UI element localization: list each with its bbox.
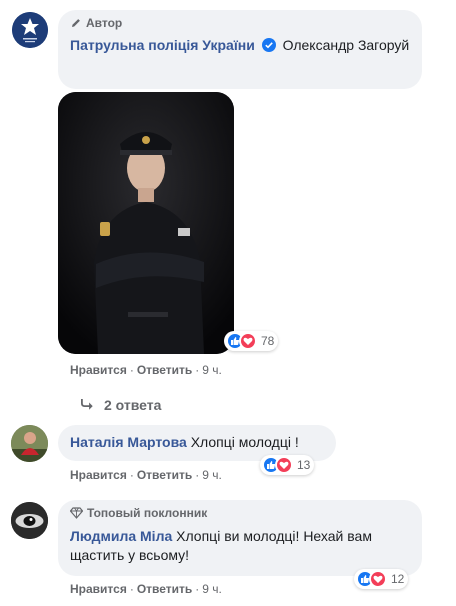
love-reaction-icon [239, 332, 257, 350]
love-reaction-icon [369, 570, 387, 588]
police-logo-icon [12, 12, 48, 48]
view-replies-link[interactable]: 2 ответа [80, 397, 161, 413]
like-link[interactable]: Нравится [70, 363, 127, 377]
comment-author-2[interactable]: Наталія Мартова [70, 434, 187, 450]
comment-text-2: Хлопці молодці ! [190, 434, 299, 450]
like-link[interactable]: Нравится [70, 468, 127, 482]
comment-actions-2: Нравится · Ответить · 9 ч. [70, 468, 222, 482]
comment-body-2: Наталія Мартова Хлопці молодці ! [70, 433, 324, 452]
reaction-count-3: 12 [391, 572, 405, 586]
avatar-natalia[interactable] [11, 425, 48, 462]
top-fan-badge: Топовый поклонник [70, 506, 410, 520]
author-badge: Автор [70, 16, 410, 30]
timestamp[interactable]: 9 ч. [202, 363, 222, 377]
reply-link[interactable]: Ответить [137, 363, 192, 377]
comment-author-3[interactable]: Людмила Міла [70, 528, 172, 544]
comment-text-1: Олександр Загоруй [282, 37, 410, 53]
timestamp[interactable]: 9 ч. [202, 468, 222, 482]
comment-actions-1: Нравится · Ответить · 9 ч. [70, 363, 222, 377]
reactions-2[interactable]: 13 [260, 455, 315, 475]
police-officer-photo [58, 92, 234, 354]
avatar-ludmila[interactable] [11, 502, 48, 539]
comment-photo[interactable] [58, 92, 234, 354]
comment-actions-3: Нравится · Ответить · 9 ч. [70, 582, 222, 596]
love-reaction-icon [275, 456, 293, 474]
comment-bubble-1: Автор Патрульна поліція України Олександ… [58, 10, 422, 89]
reply-arrow-icon [81, 399, 93, 410]
diamond-icon [70, 507, 83, 519]
timestamp[interactable]: 9 ч. [202, 582, 222, 596]
reactions-1[interactable]: 78 [224, 331, 279, 351]
comment-body-3: Людмила Міла Хлопці ви молодці! Нехай ва… [70, 527, 410, 565]
reply-link[interactable]: Ответить [137, 468, 192, 482]
profile-photo-icon [11, 502, 48, 539]
comment-bubble-3: Топовый поклонник Людмила Міла Хлопці ви… [58, 500, 422, 576]
reactions-3[interactable]: 12 [354, 569, 409, 589]
reaction-count-2: 13 [297, 458, 311, 472]
comment-body-1: Патрульна поліція України Олександр Заго… [70, 36, 410, 57]
reply-link[interactable]: Ответить [137, 582, 192, 596]
verified-icon [261, 38, 276, 57]
comment-author-1[interactable]: Патрульна поліція України [70, 37, 255, 53]
replies-count-label: 2 ответа [104, 397, 162, 413]
reaction-count-1: 78 [261, 334, 275, 348]
like-link[interactable]: Нравится [70, 582, 127, 596]
pencil-icon [72, 19, 80, 27]
top-fan-badge-label: Топовый поклонник [87, 506, 208, 520]
profile-photo-icon [11, 425, 48, 462]
avatar-patrol-police[interactable] [12, 12, 48, 48]
author-badge-label: Автор [86, 16, 123, 30]
